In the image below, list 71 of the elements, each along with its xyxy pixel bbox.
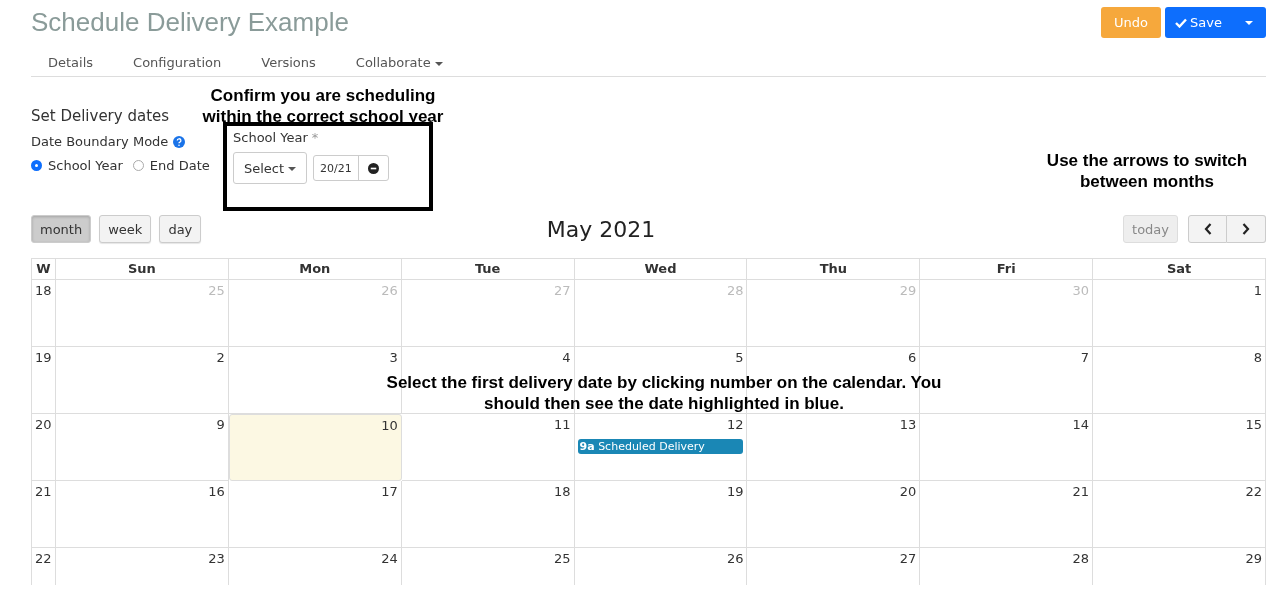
day-number[interactable]: 28 [1072,551,1090,566]
radio-label: School Year [48,158,123,173]
day-number[interactable]: 27 [899,551,917,566]
chevron-left-icon [1203,223,1212,235]
day-number[interactable]: 23 [208,551,225,566]
select-dropdown[interactable]: Select [233,152,308,184]
radio-button[interactable] [31,160,42,171]
column-header: W [32,259,56,280]
help-icon[interactable] [173,135,186,148]
week-number: 21 [35,484,52,499]
field-label: School Year [233,130,308,145]
next-button[interactable] [1227,215,1266,243]
caret-icon [1245,20,1253,25]
day-number[interactable]: 8 [1253,350,1262,365]
checkmark-icon [1175,17,1188,28]
day-number[interactable]: 29 [1245,551,1262,566]
radio-label: End Date [149,158,210,173]
page-title: Schedule Delivery Example [31,7,349,38]
month-title: May 2021 [546,216,656,242]
day-number[interactable]: 13 [899,417,917,432]
tab[interactable]: Configuration [116,55,239,70]
day-number[interactable]: 17 [381,484,398,499]
column-header: Sun [56,259,229,280]
day-number[interactable]: 20 [899,484,917,499]
chevron-right-icon [1242,223,1250,235]
day-number[interactable]: 18 [554,484,571,499]
column-header: Wed [574,259,748,280]
day-number[interactable]: 24 [381,551,398,566]
day-number[interactable]: 3 [389,350,398,365]
day-number[interactable]: 21 [1072,484,1090,499]
view-button[interactable]: month [31,215,92,243]
day-number[interactable]: 22 [1245,484,1262,499]
day-number[interactable]: 16 [208,484,225,499]
tab[interactable]: Collaborate [338,55,460,70]
day-number[interactable]: 25 [554,551,571,566]
column-header: Sat [1093,259,1266,280]
day-number[interactable]: 2 [216,350,225,365]
column-header: Thu [747,259,921,280]
day-number[interactable]: 11 [554,417,571,432]
save-button[interactable]: Save [1165,7,1232,38]
week-number: 22 [35,551,52,566]
tab[interactable]: Details [31,55,111,70]
week-number: 18 [35,283,52,298]
minus-circle-icon [367,162,379,174]
day-number[interactable]: 5 [735,350,744,365]
day-number[interactable]: 12 [726,417,744,432]
day-number[interactable]: 10 [381,418,398,433]
tab[interactable]: Versions [244,55,333,70]
day-number[interactable]: 9 [216,417,225,432]
annotation-text: Use the arrows to switch between months [1045,150,1249,192]
column-header: Fri [920,259,1094,280]
annotation-text: Select the first delivery date by clicking number on the calendar. You should then see the date highlighted in blue. [386,372,942,414]
caret-icon [288,167,297,171]
day-number[interactable]: 26 [726,551,744,566]
week-number: 19 [35,350,52,365]
column-header: Mon [228,259,402,280]
day-number[interactable]: 7 [1080,350,1090,365]
view-button[interactable]: week [99,215,152,243]
previous-button[interactable] [1188,215,1227,243]
view-button[interactable]: day [159,215,202,243]
day-number[interactable]: 14 [1072,417,1090,432]
column-header: Tue [401,259,575,280]
day-number[interactable]: 15 [1245,417,1262,432]
week-number: 20 [35,417,52,432]
required-mark: * [311,130,319,145]
day-number[interactable]: 4 [562,350,571,365]
day-number[interactable]: 19 [726,484,744,499]
day-number[interactable]: 1 [1253,283,1262,298]
field-label: Date Boundary Mode [31,134,169,149]
calendar-event[interactable]: 9a Scheduled Delivery [577,439,744,454]
day-number[interactable]: 6 [908,350,917,365]
